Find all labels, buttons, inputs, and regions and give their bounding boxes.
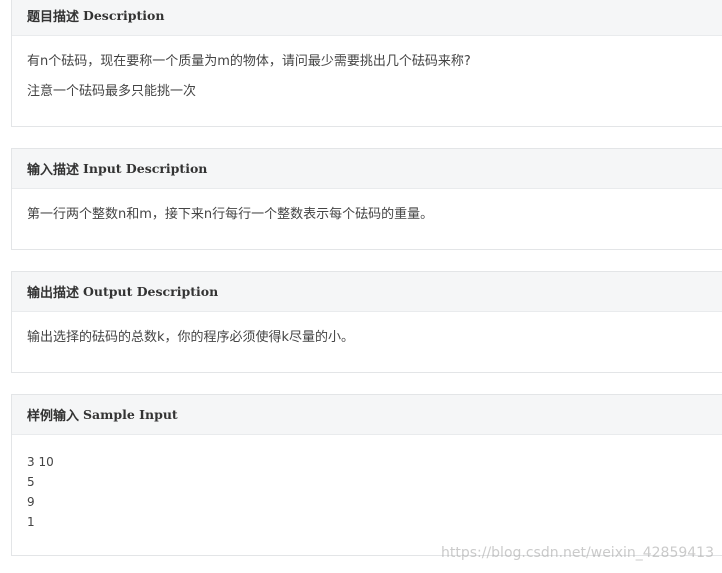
sample-input-line-1: 3 10: [27, 455, 54, 469]
description-panel: 题目描述 Description 有n个砝码，现在要称一个质量为m的物体，请问最…: [11, 0, 722, 127]
input-title-zh: 输入描述: [27, 163, 80, 178]
description-line-1: 有n个砝码，现在要称一个质量为m的物体，请问最少需要挑出几个砝码来称?: [27, 54, 471, 69]
sample-input-title-zh: 样例输入: [27, 409, 80, 424]
input-description-header: 输入描述 Input Description: [12, 149, 722, 189]
input-title-en: Input Description: [83, 161, 208, 176]
description-body: 有n个砝码，现在要称一个质量为m的物体，请问最少需要挑出几个砝码来称? 注意一个…: [12, 36, 722, 102]
sample-input-title-en: Sample Input: [83, 407, 178, 422]
input-description-panel: 输入描述 Input Description 第一行两个整数n和m，接下来n行每…: [11, 148, 722, 250]
input-line-1: 第一行两个整数n和m，接下来n行每行一个整数表示每个砝码的重量。: [27, 207, 434, 222]
sample-input-panel: 样例输入 Sample Input 3 10 5 9 1: [11, 394, 722, 556]
output-line-1: 输出选择的砝码的总数k，你的程序必须使得k尽量的小。: [27, 330, 355, 345]
sample-input-header: 样例输入 Sample Input: [12, 395, 722, 435]
output-description-body: 输出选择的砝码的总数k，你的程序必须使得k尽量的小。: [12, 312, 722, 348]
output-description-panel: 输出描述 Output Description 输出选择的砝码的总数k，你的程序…: [11, 271, 722, 373]
description-line-2: 注意一个砝码最多只能挑一次: [27, 84, 197, 99]
description-title-en: Description: [83, 8, 165, 23]
csdn-watermark: https://blog.csdn.net/weixin_42859413: [440, 545, 714, 561]
description-header: 题目描述 Description: [12, 0, 722, 36]
output-title-zh: 输出描述: [27, 286, 80, 301]
problem-page: 题目描述 Description 有n个砝码，现在要称一个质量为m的物体，请问最…: [0, 0, 722, 573]
output-title-en: Output Description: [83, 284, 219, 299]
input-description-body: 第一行两个整数n和m，接下来n行每行一个整数表示每个砝码的重量。: [12, 189, 722, 225]
description-title-zh: 题目描述: [27, 10, 80, 25]
sample-input-line-3: 9: [27, 495, 35, 509]
sample-input-body: 3 10 5 9 1: [12, 435, 722, 532]
sample-input-line-2: 5: [27, 475, 35, 489]
sample-input-line-4: 1: [27, 515, 35, 529]
output-description-header: 输出描述 Output Description: [12, 272, 722, 312]
